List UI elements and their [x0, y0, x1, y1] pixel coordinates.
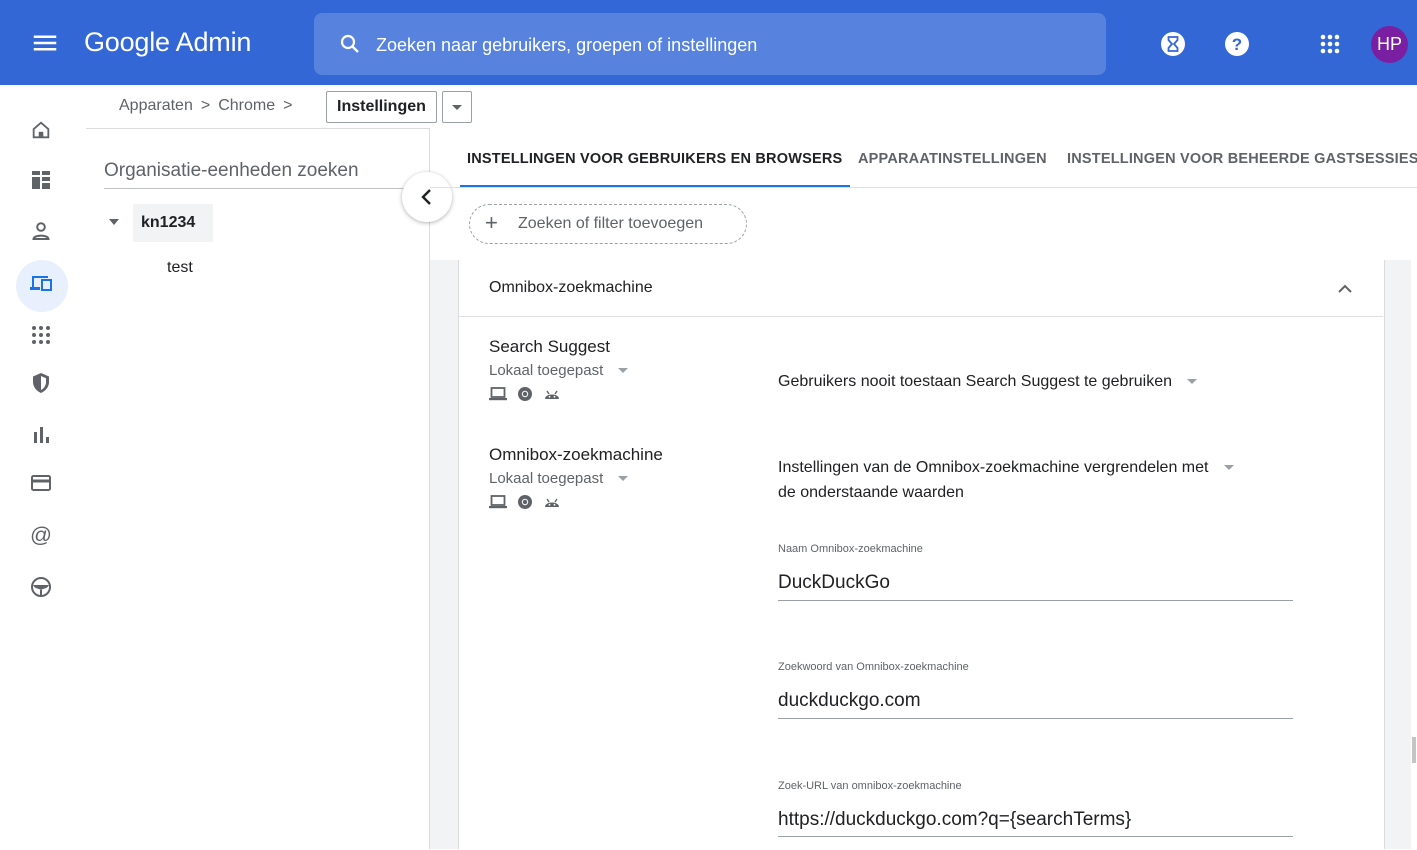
- platform-icons: [489, 494, 561, 510]
- active-tab-indicator: [460, 185, 850, 187]
- avatar[interactable]: HP: [1371, 26, 1408, 63]
- field-underline: [778, 718, 1293, 719]
- breadcrumb-current[interactable]: Instellingen: [326, 91, 437, 123]
- dashboard-icon[interactable]: [22, 161, 60, 199]
- tab-managed-guest-settings[interactable]: INSTELLINGEN VOOR BEHEERDE GASTSESSIES: [1067, 151, 1417, 167]
- setting-title: Omnibox-zoekmachine: [489, 445, 663, 464]
- org-unit-search-underline: [104, 188, 409, 189]
- top-app-bar: Google Admin ? HP: [0, 0, 1417, 85]
- breadcrumb-separator: >: [283, 97, 293, 114]
- field-underline: [778, 600, 1293, 601]
- breadcrumb-item-devices[interactable]: Apparaten: [119, 97, 193, 115]
- org-unit-search-placeholder[interactable]: Organisatie-eenheden zoeken: [104, 160, 359, 182]
- chevron-up-icon[interactable]: [1334, 278, 1356, 300]
- add-filter-button[interactable]: + Zoeken of filter toevoegen: [469, 204, 747, 244]
- caret-down-icon: [1223, 464, 1234, 470]
- field-label-engine-keyword: Zoekwoord van Omnibox-zoekmachine: [778, 661, 969, 673]
- scrollbar-thumb[interactable]: [1412, 737, 1416, 763]
- add-filter-label: Zoeken of filter toevoegen: [518, 215, 704, 232]
- caret-down-icon: [618, 476, 629, 482]
- engine-url-input[interactable]: [778, 809, 1293, 831]
- section-title: Omnibox-zoekmachine: [489, 279, 653, 296]
- search-icon[interactable]: [338, 32, 362, 56]
- laptop-icon: [489, 387, 507, 401]
- devices-icon[interactable]: [22, 264, 60, 302]
- apps-grid-icon[interactable]: [1316, 30, 1344, 58]
- collapse-panel-button[interactable]: [402, 172, 452, 222]
- laptop-icon: [489, 495, 507, 509]
- omnibox-mode-value-line1: Instellingen van de Omnibox-zoekmachine …: [778, 459, 1209, 476]
- field-underline: [778, 836, 1293, 837]
- android-icon: [545, 498, 559, 507]
- chrome-icon: [518, 495, 532, 509]
- field-label-engine-url: Zoek-URL van omnibox-zoekmachine: [778, 780, 962, 792]
- search-input[interactable]: [374, 27, 1078, 63]
- security-icon[interactable]: [22, 364, 60, 402]
- tab-device-settings[interactable]: APPARAATINSTELLINGEN: [858, 151, 1047, 167]
- account-icon[interactable]: @: [22, 516, 60, 554]
- field-label-engine-name: Naam Omnibox-zoekmachine: [778, 543, 923, 555]
- help-icon[interactable]: ?: [1223, 30, 1251, 58]
- billing-icon[interactable]: [22, 464, 60, 502]
- breadcrumb-dropdown-button[interactable]: [442, 91, 472, 123]
- omnibox-mode-value-line2: de onderstaande waarden: [778, 484, 964, 501]
- plus-icon: +: [485, 210, 498, 235]
- chrome-icon: [518, 387, 532, 401]
- reports-icon[interactable]: [22, 416, 60, 454]
- tab-bar-divider: [430, 187, 1417, 188]
- breadcrumb-item-chrome[interactable]: Chrome: [218, 97, 275, 115]
- svg-text:?: ?: [1232, 35, 1242, 54]
- setting-applied-label: Lokaal toegepast: [489, 362, 604, 379]
- hourglass-icon[interactable]: [1159, 30, 1187, 58]
- chevron-left-icon: [421, 189, 431, 205]
- caret-down-icon: [618, 368, 629, 374]
- caret-down-icon: [1187, 378, 1198, 384]
- expand-caret-icon[interactable]: [108, 218, 120, 226]
- android-icon: [545, 390, 559, 399]
- app-logo[interactable]: Google Admin: [84, 27, 251, 58]
- org-unit-root[interactable]: kn1234: [141, 214, 195, 232]
- menu-icon[interactable]: [30, 28, 60, 58]
- breadcrumb: Apparaten > Chrome >: [119, 97, 300, 115]
- breadcrumb-separator: >: [200, 97, 211, 114]
- caret-down-icon: [452, 105, 462, 110]
- home-icon[interactable]: [22, 111, 60, 149]
- setting-applied-dropdown[interactable]: Lokaal toegepast: [489, 362, 629, 379]
- setting-applied-label: Lokaal toegepast: [489, 470, 604, 487]
- engine-name-input[interactable]: [778, 572, 1293, 594]
- search-suggest-value: Gebruikers nooit toestaan Search Suggest…: [778, 373, 1173, 390]
- user-icon[interactable]: [22, 212, 60, 250]
- setting-applied-dropdown[interactable]: Lokaal toegepast: [489, 470, 629, 487]
- engine-keyword-input[interactable]: [778, 690, 1293, 712]
- search-suggest-select[interactable]: Gebruikers nooit toestaan Search Suggest…: [778, 373, 1198, 391]
- org-unit-child[interactable]: test: [167, 259, 193, 277]
- global-search[interactable]: [314, 13, 1106, 75]
- rules-icon[interactable]: [22, 568, 60, 606]
- omnibox-mode-select[interactable]: Instellingen van de Omnibox-zoekmachine …: [778, 455, 1298, 505]
- setting-title: Search Suggest: [489, 337, 610, 356]
- svg-text:@: @: [30, 522, 52, 547]
- apps-icon[interactable]: [22, 316, 60, 354]
- platform-icons: [489, 386, 561, 402]
- tab-user-browser-settings[interactable]: INSTELLINGEN VOOR GEBRUIKERS EN BROWSERS: [467, 151, 842, 167]
